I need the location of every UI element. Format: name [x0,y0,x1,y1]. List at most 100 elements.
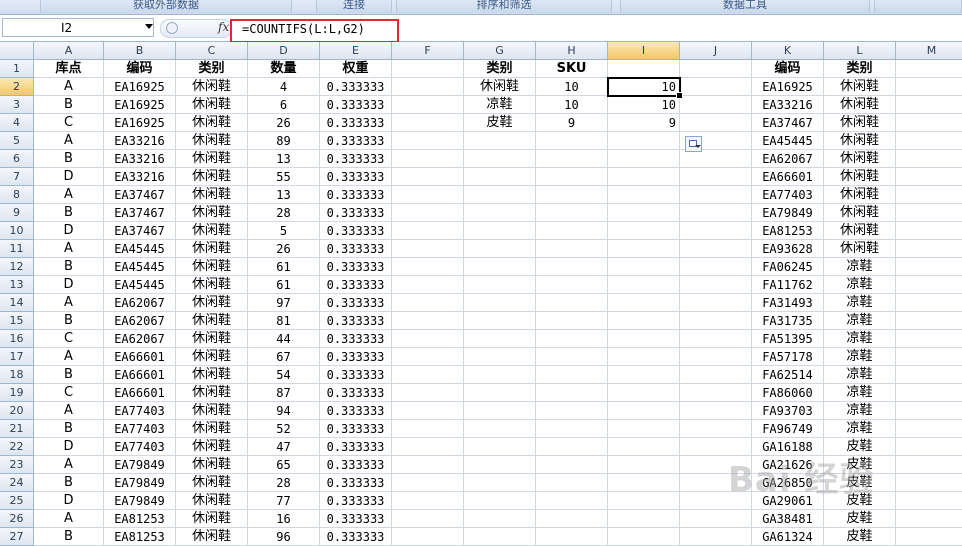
grid-cell-l[interactable]: 休闲鞋 [824,114,896,132]
grid-cell-h[interactable] [536,168,608,186]
grid-cell-m[interactable] [896,150,962,168]
grid-cell-b[interactable]: EA33216 [104,150,176,168]
grid-cell-a[interactable]: B [34,528,104,546]
grid-cell-d[interactable]: 4 [248,78,320,96]
row-header[interactable]: 3 [0,96,34,114]
insert-function-icon[interactable]: fx [218,20,229,34]
grid-cell-d[interactable]: 16 [248,510,320,528]
grid-cell-h[interactable] [536,330,608,348]
grid-cell-f[interactable] [392,366,464,384]
grid-cell-k[interactable]: GA61324 [752,528,824,546]
grid-cell-i[interactable] [608,420,680,438]
grid-cell-d[interactable]: 52 [248,420,320,438]
grid-cell-c[interactable]: 休闲鞋 [176,132,248,150]
header-cell-a[interactable]: 库点 [34,60,104,78]
grid-cell-i[interactable] [608,474,680,492]
grid-cell-d[interactable]: 6 [248,96,320,114]
grid-cell-g[interactable] [464,240,536,258]
grid-cell-k[interactable]: EA81253 [752,222,824,240]
grid-cell-b[interactable]: EA77403 [104,420,176,438]
row-header[interactable]: 21 [0,420,34,438]
grid-cell-b[interactable]: EA45445 [104,240,176,258]
header-cell-d[interactable]: 数量 [248,60,320,78]
grid-cell-g[interactable] [464,330,536,348]
grid-cell-a[interactable]: A [34,78,104,96]
grid-cell-j[interactable] [680,240,752,258]
grid-cell-k[interactable]: EA66601 [752,168,824,186]
grid-cell-h[interactable] [536,132,608,150]
grid-cell-k[interactable]: FA62514 [752,366,824,384]
grid-cell-g[interactable] [464,150,536,168]
grid-cell-a[interactable]: D [34,222,104,240]
grid-cell-g[interactable] [464,186,536,204]
grid-cell-b[interactable]: EA45445 [104,258,176,276]
grid-cell-f[interactable] [392,456,464,474]
row-header[interactable]: 14 [0,294,34,312]
grid-cell-e[interactable]: 0.333333 [320,132,392,150]
grid-cell-e[interactable]: 0.333333 [320,402,392,420]
ribbon-group-data-tools[interactable]: 数据工具 [620,0,870,13]
grid-cell-f[interactable] [392,186,464,204]
grid-cell-h[interactable] [536,240,608,258]
grid-cell-i[interactable] [608,438,680,456]
grid-cell-h[interactable]: 10 [536,96,608,114]
grid-cell-d[interactable]: 61 [248,276,320,294]
grid-cell-f[interactable] [392,168,464,186]
row-header[interactable]: 7 [0,168,34,186]
grid-cell-c[interactable]: 休闲鞋 [176,186,248,204]
grid-cell-g[interactable] [464,492,536,510]
grid-cell-a[interactable]: D [34,438,104,456]
grid-cell-j[interactable] [680,186,752,204]
grid-cell-b[interactable]: EA16925 [104,114,176,132]
ribbon-group-connections[interactable]: 连接 [316,0,392,13]
header-cell-b[interactable]: 编码 [104,60,176,78]
grid-cell-g[interactable] [464,204,536,222]
grid-cell-d[interactable]: 94 [248,402,320,420]
header-cell-h[interactable]: SKU [536,60,608,78]
grid-cell-c[interactable]: 休闲鞋 [176,366,248,384]
grid-cell-f[interactable] [392,276,464,294]
grid-cell-e[interactable]: 0.333333 [320,510,392,528]
grid-cell-l[interactable]: 休闲鞋 [824,78,896,96]
grid-cell-k[interactable]: FA51395 [752,330,824,348]
grid-cell-g[interactable] [464,168,536,186]
grid-cell-e[interactable]: 0.333333 [320,96,392,114]
grid-cell-i[interactable] [608,258,680,276]
grid-cell-k[interactable]: EA37467 [752,114,824,132]
grid-cell-j[interactable] [680,78,752,96]
grid-cell-c[interactable]: 休闲鞋 [176,312,248,330]
grid-cell-j[interactable] [680,114,752,132]
grid-cell-i[interactable] [608,222,680,240]
grid-cell-d[interactable]: 54 [248,366,320,384]
grid-cell-i[interactable] [608,348,680,366]
row-header[interactable]: 13 [0,276,34,294]
header-cell-i[interactable] [608,60,680,78]
grid-cell-g[interactable] [464,474,536,492]
column-header-l[interactable]: L [824,42,896,60]
grid-cell-h[interactable] [536,294,608,312]
grid-cell-d[interactable]: 13 [248,150,320,168]
row-header[interactable]: 5 [0,132,34,150]
grid-cell-g[interactable] [464,510,536,528]
grid-cell-e[interactable]: 0.333333 [320,438,392,456]
grid-cell-h[interactable] [536,366,608,384]
grid-cell-j[interactable] [680,96,752,114]
grid-cell-e[interactable]: 0.333333 [320,150,392,168]
grid-cell-m[interactable] [896,186,962,204]
grid-cell-l[interactable]: 休闲鞋 [824,222,896,240]
grid-cell-c[interactable]: 休闲鞋 [176,258,248,276]
grid-cell-c[interactable]: 休闲鞋 [176,240,248,258]
row-header[interactable]: 16 [0,330,34,348]
ribbon-group-outline[interactable] [874,0,962,13]
grid-cell-f[interactable] [392,474,464,492]
grid-cell-j[interactable] [680,168,752,186]
grid-cell-l[interactable]: 皮鞋 [824,528,896,546]
grid-cell-h[interactable] [536,312,608,330]
grid-cell-a[interactable]: C [34,330,104,348]
grid-cell-d[interactable]: 13 [248,186,320,204]
grid-cell-d[interactable]: 47 [248,438,320,456]
grid-cell-m[interactable] [896,456,962,474]
grid-cell-m[interactable] [896,330,962,348]
grid-cell-h[interactable] [536,438,608,456]
grid-cell-i[interactable] [608,456,680,474]
